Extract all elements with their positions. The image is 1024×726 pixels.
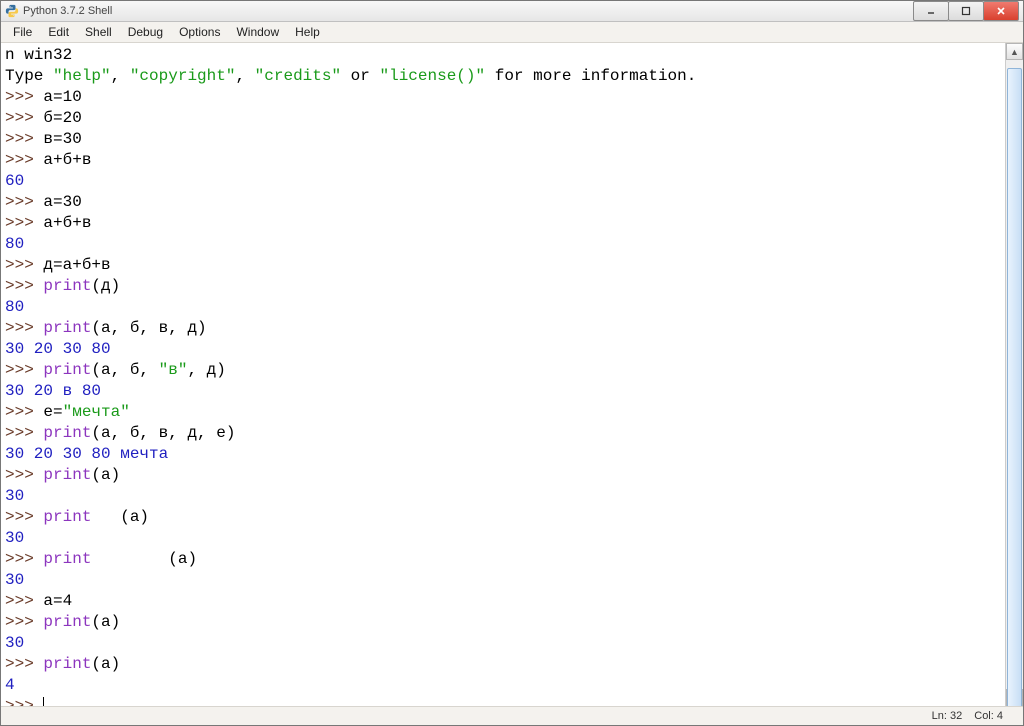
code-line[interactable]: >>> а+б+в <box>5 150 1001 171</box>
code-line[interactable]: >>> в=30 <box>5 129 1001 150</box>
code-line[interactable]: >>> print (а) <box>5 549 1001 570</box>
code-line[interactable]: >>> print (а) <box>5 507 1001 528</box>
code-line[interactable]: 30 20 в 80 <box>5 381 1001 402</box>
vertical-scrollbar[interactable]: ▲ ▼ <box>1005 43 1023 706</box>
code-line[interactable]: 30 20 30 80 <box>5 339 1001 360</box>
menu-edit[interactable]: Edit <box>40 23 77 41</box>
code-line[interactable]: 30 20 30 80 мечта <box>5 444 1001 465</box>
window-control-buttons <box>914 1 1019 21</box>
scroll-track[interactable] <box>1006 60 1023 689</box>
code-line[interactable]: >>> print(а) <box>5 654 1001 675</box>
menu-options[interactable]: Options <box>171 23 228 41</box>
code-line[interactable]: 30 <box>5 633 1001 654</box>
menu-window[interactable]: Window <box>228 23 287 41</box>
status-line: Ln: 32 <box>932 710 963 722</box>
window-title: Python 3.7.2 Shell <box>23 5 112 17</box>
code-line[interactable]: 80 <box>5 297 1001 318</box>
status-bar: Ln: 32 Col: 4 <box>1 706 1023 725</box>
code-line[interactable]: 30 <box>5 528 1001 549</box>
code-line[interactable]: >>> е="мечта" <box>5 402 1001 423</box>
content-area: n win32Type "help", "copyright", "credit… <box>1 43 1023 706</box>
minimize-button[interactable] <box>913 1 949 21</box>
menu-help[interactable]: Help <box>287 23 328 41</box>
code-line[interactable]: >>> print(а, б, "в", д) <box>5 360 1001 381</box>
code-line[interactable]: >>> а=4 <box>5 591 1001 612</box>
status-col: Col: 4 <box>974 710 1003 722</box>
code-line[interactable]: >>> а=10 <box>5 87 1001 108</box>
code-line[interactable]: >>> д=а+б+в <box>5 255 1001 276</box>
scroll-up-button[interactable]: ▲ <box>1006 43 1023 60</box>
menu-shell[interactable]: Shell <box>77 23 120 41</box>
menu-debug[interactable]: Debug <box>120 23 171 41</box>
code-line[interactable]: >>> print(а, б, в, д, е) <box>5 423 1001 444</box>
code-line[interactable]: >>> б=20 <box>5 108 1001 129</box>
code-line[interactable]: 4 <box>5 675 1001 696</box>
code-line[interactable]: >>> print(а) <box>5 612 1001 633</box>
code-line[interactable]: 30 <box>5 570 1001 591</box>
close-button[interactable] <box>983 1 1019 21</box>
code-line[interactable]: 30 <box>5 486 1001 507</box>
text-cursor <box>43 697 54 706</box>
code-line[interactable]: >>> print(д) <box>5 276 1001 297</box>
code-line[interactable]: >>> print(а) <box>5 465 1001 486</box>
scroll-thumb[interactable] <box>1007 68 1022 706</box>
code-line[interactable]: >>> print(а, б, в, д) <box>5 318 1001 339</box>
code-line[interactable]: >>> а+б+в <box>5 213 1001 234</box>
code-line[interactable]: Type "help", "copyright", "credits" or "… <box>5 66 1001 87</box>
code-line[interactable]: >>> а=30 <box>5 192 1001 213</box>
code-line[interactable]: 80 <box>5 234 1001 255</box>
maximize-button[interactable] <box>948 1 984 21</box>
shell-window: Python 3.7.2 Shell File Edit Shell Debug… <box>0 0 1024 726</box>
code-line[interactable]: n win32 <box>5 45 1001 66</box>
menu-file[interactable]: File <box>5 23 40 41</box>
shell-editor[interactable]: n win32Type "help", "copyright", "credit… <box>1 43 1005 706</box>
code-line[interactable]: 60 <box>5 171 1001 192</box>
code-line[interactable]: >>> <box>5 696 1001 706</box>
python-icon <box>5 4 19 18</box>
title-bar[interactable]: Python 3.7.2 Shell <box>1 1 1023 22</box>
menu-bar: File Edit Shell Debug Options Window Hel… <box>1 22 1023 43</box>
